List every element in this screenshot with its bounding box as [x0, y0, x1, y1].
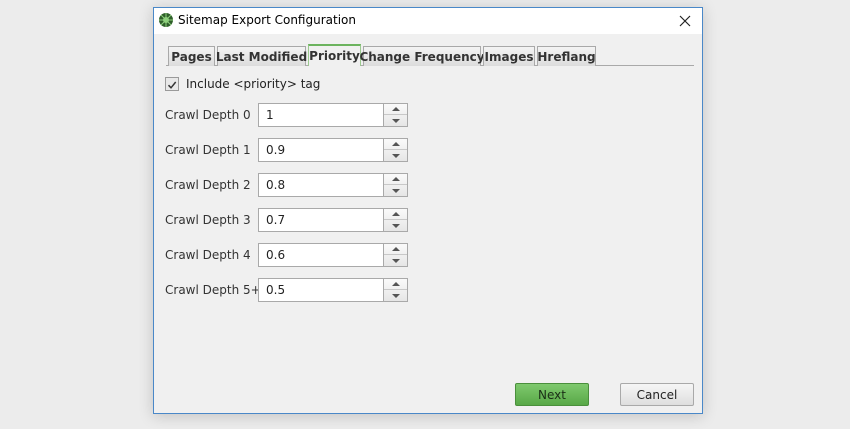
spin-down-arrow-icon [391, 118, 400, 123]
crawl-depth-spinner [258, 278, 408, 302]
window-title: Sitemap Export Configuration [178, 13, 356, 27]
title-bar[interactable]: Sitemap Export Configuration [154, 8, 702, 34]
tab-label: Pages [171, 49, 212, 64]
spinner-buttons [383, 244, 407, 266]
spin-up-button[interactable] [384, 209, 407, 220]
spinner-buttons [383, 104, 407, 126]
spin-up-arrow-icon [391, 247, 400, 251]
spin-up-arrow-icon [391, 212, 400, 216]
spin-up-arrow-icon [391, 177, 400, 181]
crawl-depth-input[interactable] [259, 174, 383, 196]
spin-up-button[interactable] [384, 139, 407, 150]
crawl-depth-spinner [258, 173, 408, 197]
spider-icon [158, 12, 174, 28]
crawl-depth-row: Crawl Depth 1 [165, 138, 425, 162]
cancel-button[interactable]: Cancel [620, 383, 694, 406]
tab-label: Hreflang [537, 49, 596, 64]
dialog-window: Sitemap Export Configuration Pages Last … [153, 7, 703, 414]
tab-last-modified[interactable]: Last Modified [215, 46, 308, 66]
include-priority-checkbox[interactable] [165, 77, 179, 91]
crawl-depth-label: Crawl Depth 4 [165, 248, 251, 262]
crawl-depth-input[interactable] [259, 279, 383, 301]
spinner-buttons [383, 139, 407, 161]
crawl-depth-input[interactable] [259, 244, 383, 266]
crawl-depth-row: Crawl Depth 0 [165, 103, 425, 127]
cancel-button-label: Cancel [636, 387, 678, 402]
spin-down-arrow-icon [391, 258, 400, 263]
spin-down-button[interactable] [384, 220, 407, 231]
spin-down-arrow-icon [391, 293, 400, 298]
spin-up-arrow-icon [391, 107, 400, 111]
crawl-depth-row: Crawl Depth 4 [165, 243, 425, 267]
crawl-depth-label: Crawl Depth 2 [165, 178, 251, 192]
spinner-buttons [383, 174, 407, 196]
tab-label: Priority [309, 49, 360, 63]
tab-pages[interactable]: Pages [168, 46, 215, 66]
tab-hreflang[interactable]: Hreflang [537, 46, 596, 66]
tab-priority[interactable]: Priority [308, 44, 361, 66]
crawl-depth-input[interactable] [259, 139, 383, 161]
next-button[interactable]: Next [515, 383, 589, 406]
spin-up-button[interactable] [384, 279, 407, 290]
close-button[interactable] [668, 8, 702, 34]
crawl-depth-row: Crawl Depth 2 [165, 173, 425, 197]
spin-down-button[interactable] [384, 290, 407, 301]
crawl-depth-spinner [258, 243, 408, 267]
spin-up-button[interactable] [384, 104, 407, 115]
include-priority-label: Include <priority> tag [186, 77, 321, 91]
spinner-buttons [383, 209, 407, 231]
tab-images[interactable]: Images [483, 46, 535, 66]
tab-label: Change Frequency [359, 49, 485, 64]
spin-up-button[interactable] [384, 174, 407, 185]
spin-up-arrow-icon [391, 142, 400, 146]
spinner-buttons [383, 279, 407, 301]
crawl-depth-spinner [258, 138, 408, 162]
spin-up-button[interactable] [384, 244, 407, 255]
spin-down-button[interactable] [384, 150, 407, 161]
crawl-depth-label: Crawl Depth 1 [165, 143, 251, 157]
spin-down-button[interactable] [384, 255, 407, 266]
spin-down-button[interactable] [384, 185, 407, 196]
crawl-depth-input[interactable] [259, 209, 383, 231]
tab-label: Last Modified [215, 49, 308, 64]
tab-bar: Pages Last Modified Priority Change Freq… [166, 44, 694, 66]
spin-up-arrow-icon [391, 282, 400, 286]
spin-down-arrow-icon [391, 188, 400, 193]
crawl-depth-spinner [258, 103, 408, 127]
crawl-depth-row: Crawl Depth 3 [165, 208, 425, 232]
spin-down-button[interactable] [384, 115, 407, 126]
crawl-depth-row: Crawl Depth 5+ [165, 278, 425, 302]
crawl-depth-spinner [258, 208, 408, 232]
crawl-depth-input[interactable] [259, 104, 383, 126]
tab-label: Images [484, 49, 534, 64]
spin-down-arrow-icon [391, 153, 400, 158]
spin-down-arrow-icon [391, 223, 400, 228]
crawl-depth-label: Crawl Depth 5+ [165, 283, 261, 297]
close-icon [679, 12, 691, 31]
crawl-depth-label: Crawl Depth 0 [165, 108, 251, 122]
next-button-label: Next [538, 387, 566, 402]
crawl-depth-label: Crawl Depth 3 [165, 213, 251, 227]
checkmark-icon [167, 75, 177, 94]
tab-change-frequency[interactable]: Change Frequency [359, 46, 485, 66]
